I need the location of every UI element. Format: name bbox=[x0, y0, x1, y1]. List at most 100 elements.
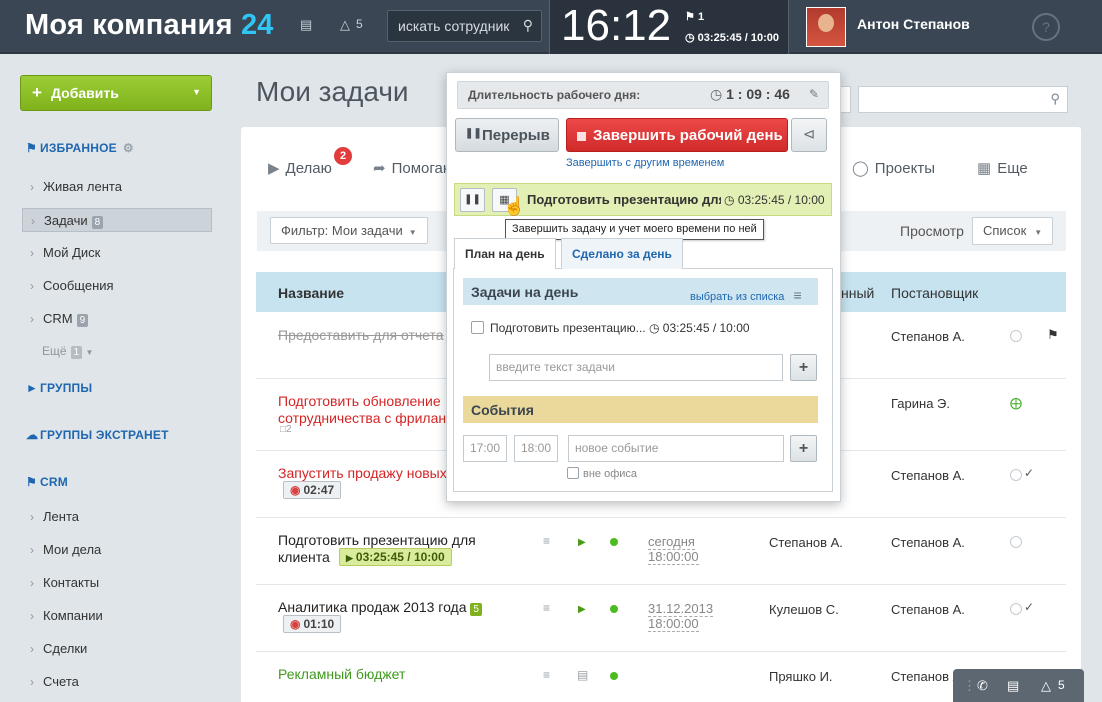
menu-icon[interactable]: ≡ bbox=[543, 534, 550, 548]
task-checkbox[interactable] bbox=[471, 321, 484, 334]
view-dropdown[interactable]: Список ▼ bbox=[972, 217, 1053, 245]
work-clock[interactable]: 16:12 ⚑ 1 ◷ 03:25:45 / 10:00 bbox=[549, 0, 789, 54]
gear-icon[interactable]: ⚙ bbox=[123, 141, 134, 155]
row-creator[interactable]: Степанов А. bbox=[891, 468, 965, 483]
row-responsible[interactable]: Пряшко И. bbox=[769, 669, 833, 684]
status-circle-icon[interactable] bbox=[1010, 603, 1022, 615]
drag-handle-icon[interactable]: ⋮ bbox=[963, 678, 976, 694]
document-icon[interactable]: ▤ bbox=[577, 668, 588, 682]
status-circle-icon[interactable] bbox=[1010, 536, 1022, 548]
row-creator[interactable]: Степанов А. bbox=[891, 535, 965, 550]
check-icon[interactable]: ✓ bbox=[1024, 466, 1034, 480]
new-event-input[interactable]: новое событие bbox=[568, 435, 784, 462]
extranet-section[interactable]: ☁ ГРУППЫ ЭКСТРАНЕТ bbox=[26, 428, 169, 442]
sidebar-item-my-activities[interactable]: Мои дела bbox=[22, 538, 212, 562]
add-button[interactable]: + Добавить ▼ bbox=[20, 75, 212, 111]
task-timer[interactable]: ◉ 02:47 bbox=[283, 481, 342, 499]
deadline[interactable]: сегодня 18:00:00 bbox=[648, 534, 699, 565]
menu-icon[interactable]: ≡ bbox=[543, 668, 550, 682]
sidebar-item-contacts[interactable]: Контакты bbox=[22, 571, 212, 595]
phone-icon[interactable]: ✆ bbox=[977, 678, 988, 694]
sidebar-item-invoices[interactable]: Счета bbox=[22, 670, 212, 694]
day-task-item[interactable]: Подготовить презентацию... ◷ 03:25:45 / … bbox=[490, 321, 750, 335]
user-avatar[interactable] bbox=[806, 7, 846, 47]
search-input[interactable]: искать сотрудник bbox=[398, 18, 513, 34]
company-logo[interactable]: Моя компания 24 bbox=[25, 9, 274, 42]
chat-icon[interactable]: ▤ bbox=[1007, 678, 1019, 694]
deadline[interactable]: 31.12.2013 18:00:00 bbox=[648, 601, 714, 632]
pause-button[interactable]: ❚❚ Перерыв bbox=[455, 118, 559, 152]
clock-icon: ◷ bbox=[710, 86, 723, 102]
tab-done[interactable]: Сделано за день bbox=[561, 238, 683, 269]
current-task-name[interactable]: Подготовить презентацию для клиента bbox=[527, 192, 721, 207]
tab-helping[interactable]: ➦Помогаю bbox=[373, 159, 446, 177]
status-dot-icon bbox=[610, 605, 618, 613]
favorites-section[interactable]: ⚑ ИЗБРАННОЕ ⚙ bbox=[26, 141, 134, 155]
notifications-count: 5 bbox=[1058, 678, 1065, 692]
outside-office-checkbox[interactable] bbox=[567, 467, 579, 479]
chevron-down-icon[interactable]: ▼ bbox=[192, 87, 201, 97]
sidebar-item-companies[interactable]: Компании bbox=[22, 604, 212, 628]
row-responsible[interactable]: Кулешов С. bbox=[769, 602, 839, 617]
play-icon[interactable]: ▶ bbox=[578, 537, 586, 548]
checkered-flag-icon[interactable]: ⚑ bbox=[1047, 327, 1059, 343]
sidebar-more[interactable]: Ещё 1 ▼ bbox=[42, 344, 93, 359]
table-row[interactable]: Аналитика продаж 2013 года 5 bbox=[278, 599, 482, 616]
notifications-icon[interactable]: △ bbox=[340, 17, 350, 33]
flag-icon: ⚑ bbox=[26, 475, 37, 489]
row-responsible[interactable]: Степанов А. bbox=[769, 535, 843, 550]
sidebar-item-deals[interactable]: Сделки bbox=[22, 637, 212, 661]
column-creator[interactable]: Постановщик bbox=[891, 285, 978, 301]
search-icon[interactable]: ⚲ bbox=[1050, 91, 1060, 107]
sidebar-item-disk[interactable]: Мой Диск bbox=[22, 241, 212, 265]
task-timer-active[interactable]: ▶ 03:25:45 / 10:00 bbox=[339, 548, 452, 566]
sidebar-item-tasks[interactable]: Задачи8 bbox=[22, 208, 212, 233]
table-row[interactable]: Подготовить обновление сотрудничества с ф… bbox=[278, 393, 446, 427]
add-event-button[interactable]: + bbox=[790, 435, 817, 462]
tab-more[interactable]: ▦ Еще bbox=[977, 159, 1028, 177]
crm-section[interactable]: ⚑ CRM bbox=[26, 475, 68, 489]
in-progress-icon[interactable]: ⨁ bbox=[1010, 396, 1022, 410]
row-creator[interactable]: Степанов А. bbox=[891, 602, 965, 617]
tab-doing[interactable]: ▶ Делаю bbox=[268, 159, 332, 177]
row-creator[interactable]: Гарина Э. bbox=[891, 396, 950, 411]
task-pause-button[interactable]: ❚❚ bbox=[460, 188, 485, 212]
filter-dropdown[interactable]: Фильтр: Мои задачи ▼ bbox=[270, 217, 428, 244]
column-name[interactable]: Название bbox=[278, 285, 344, 301]
menu-icon[interactable]: ≡ bbox=[543, 601, 550, 615]
sidebar-item-crm[interactable]: CRM9 bbox=[22, 307, 212, 331]
user-name[interactable]: Антон Степанов bbox=[857, 16, 970, 32]
sidebar-item-messages[interactable]: Сообщения bbox=[22, 274, 212, 298]
status-circle-icon[interactable] bbox=[1010, 330, 1022, 342]
search-icon[interactable]: ⚲ bbox=[523, 17, 533, 34]
tab-plan[interactable]: План на день bbox=[454, 238, 556, 269]
sidebar-item-crm-feed[interactable]: Лента bbox=[22, 505, 212, 529]
event-from-input[interactable]: 17:00 bbox=[463, 435, 507, 462]
add-task-button[interactable]: + bbox=[790, 354, 817, 381]
status-circle-icon[interactable] bbox=[1010, 469, 1022, 481]
table-row[interactable]: Предоставить для отчета bbox=[278, 327, 446, 344]
clock-task-time: ◷ 03:25:45 / 10:00 bbox=[685, 32, 780, 44]
share-icon[interactable]: ⊲ bbox=[791, 118, 827, 152]
groups-section[interactable]: ► ГРУППЫ bbox=[26, 381, 92, 395]
table-row[interactable]: Запустить продажу новых bbox=[278, 465, 446, 482]
end-workday-button[interactable]: Завершить рабочий день bbox=[566, 118, 788, 152]
help-button[interactable]: ? bbox=[1032, 13, 1060, 41]
task-search-input[interactable]: ⚲ bbox=[858, 86, 1068, 113]
check-icon[interactable]: ✓ bbox=[1024, 600, 1034, 614]
end-other-time-link[interactable]: Завершить с другим временем bbox=[566, 157, 724, 169]
messages-icon[interactable]: ▤ bbox=[300, 17, 312, 33]
table-row[interactable]: Рекламный бюджет bbox=[278, 666, 405, 683]
event-to-input[interactable]: 18:00 bbox=[514, 435, 558, 462]
sidebar-item-feed[interactable]: Живая лента bbox=[22, 175, 212, 199]
bell-icon[interactable]: △ bbox=[1041, 678, 1051, 694]
play-icon[interactable]: ▶ bbox=[578, 604, 586, 615]
row-creator[interactable]: Степанов А. bbox=[891, 329, 965, 344]
employee-search[interactable]: искать сотрудник ⚲ bbox=[387, 10, 542, 42]
task-timer[interactable]: ◉ 01:10 bbox=[283, 615, 342, 633]
column-responsible[interactable]: нный bbox=[841, 285, 874, 301]
tab-projects[interactable]: ◯ Проекты bbox=[852, 159, 935, 177]
pencil-icon[interactable]: ✎ bbox=[809, 87, 819, 101]
new-task-input[interactable]: введите текст задачи bbox=[489, 354, 783, 381]
pick-from-list-link[interactable]: выбрать из списка ≡ bbox=[690, 287, 802, 303]
